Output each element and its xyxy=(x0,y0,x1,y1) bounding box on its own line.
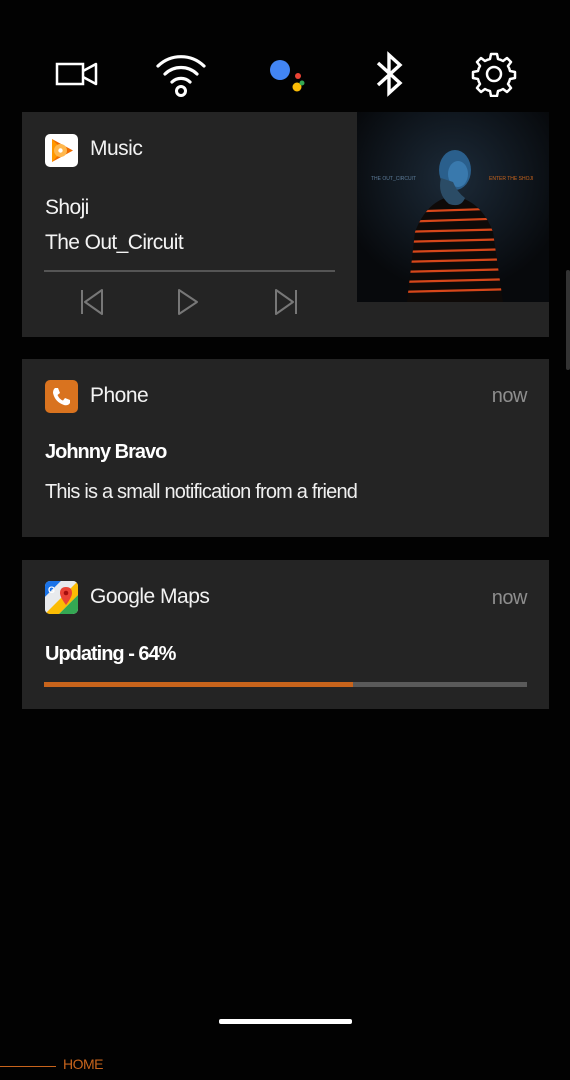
notification-time: now xyxy=(491,587,528,609)
home-tab-label: HOME xyxy=(63,1056,104,1072)
progress-label: Updating - 64% xyxy=(45,643,176,665)
progress-fill xyxy=(44,682,354,687)
progress-bar xyxy=(44,682,527,687)
phone-notification[interactable]: Phone now Johnny Bravo This is a small n… xyxy=(22,359,549,537)
edge-scroll-handle[interactable] xyxy=(566,270,570,370)
album-art-text-right: ENTER THE SHOJI xyxy=(489,176,533,182)
bluetooth-icon xyxy=(376,51,403,97)
album-art: THE OUT_CIRCUIT ENTER THE SHOJI xyxy=(357,112,549,302)
music-divider xyxy=(44,270,335,272)
settings-button[interactable] xyxy=(464,44,524,104)
play-icon xyxy=(178,289,198,315)
google-assistant-button[interactable] xyxy=(255,44,315,104)
maps-notification[interactable]: G Google Maps now Updating - 64% xyxy=(22,560,549,709)
quick-settings-row xyxy=(0,44,570,104)
notification-message: This is a small notification from a frie… xyxy=(45,481,358,503)
track-title: Shoji xyxy=(45,196,89,219)
home-tab-underline xyxy=(0,1066,56,1067)
wifi-icon xyxy=(156,55,206,97)
settings-gear-icon xyxy=(471,52,517,97)
video-camera-icon xyxy=(55,62,98,86)
google-assistant-icon xyxy=(270,60,305,92)
wifi-toggle[interactable] xyxy=(151,44,211,104)
home-tab[interactable]: HOME xyxy=(0,1054,120,1076)
track-artist: The Out_Circuit xyxy=(45,231,184,254)
google-maps-icon: G xyxy=(45,581,78,614)
video-camera-toggle[interactable] xyxy=(47,44,107,104)
home-indicator[interactable] xyxy=(219,1019,352,1024)
play-button[interactable] xyxy=(168,284,208,320)
app-name: Music xyxy=(90,137,143,160)
google-play-music-icon xyxy=(45,134,78,167)
notification-shade: Music Shoji The Out_Circuit THE OUT_CIRC… xyxy=(0,0,570,1080)
previous-track-button[interactable] xyxy=(72,284,112,320)
caller-name: Johnny Bravo xyxy=(45,441,167,463)
skip-next-icon xyxy=(275,289,297,315)
svg-text:G: G xyxy=(48,585,55,595)
album-art-text-left: THE OUT_CIRCUIT xyxy=(371,176,416,182)
notification-time: now xyxy=(491,385,528,407)
music-notification[interactable]: Music Shoji The Out_Circuit THE OUT_CIRC… xyxy=(22,112,549,337)
next-track-button[interactable] xyxy=(266,284,306,320)
app-name: Phone xyxy=(90,384,149,407)
skip-previous-icon xyxy=(81,289,103,315)
app-name: Google Maps xyxy=(90,585,210,608)
phone-app-icon xyxy=(45,380,78,413)
bluetooth-toggle[interactable] xyxy=(359,44,419,104)
